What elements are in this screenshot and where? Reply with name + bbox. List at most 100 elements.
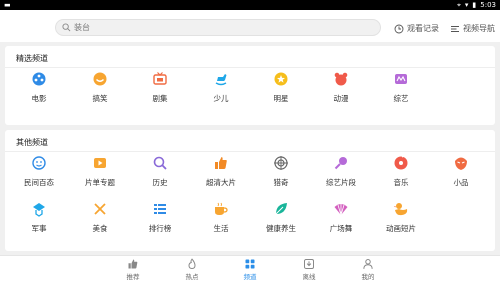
notification-icon: ▬ xyxy=(4,1,11,9)
channel-other-5[interactable]: 综艺片段 xyxy=(311,155,371,188)
video-nav-label: 视频导航 xyxy=(463,24,495,33)
tab-3[interactable]: 离线 xyxy=(289,257,329,281)
anime-icon xyxy=(334,72,348,86)
channel-label: 民间百态 xyxy=(24,178,54,187)
thumbs-up-icon xyxy=(128,259,138,269)
channel-other-9[interactable]: 美食 xyxy=(70,201,130,234)
menu-icon xyxy=(451,25,459,32)
music-icon xyxy=(394,155,408,170)
star-icon xyxy=(274,72,288,86)
channel-other-2[interactable]: 历史 xyxy=(130,155,190,188)
coffee-icon xyxy=(215,202,228,215)
channel-featured-2[interactable]: 剧集 xyxy=(130,71,190,104)
channel-featured-3[interactable]: 少儿 xyxy=(191,71,251,104)
video-nav-button[interactable]: 视频导航 xyxy=(450,23,495,34)
channel-label: 广场舞 xyxy=(329,224,353,233)
download-icon xyxy=(304,259,314,269)
channel-featured-1[interactable]: 搞笑 xyxy=(70,71,130,104)
channel-label: 片单专题 xyxy=(85,178,115,187)
channel-label: 综艺 xyxy=(393,94,409,103)
channel-label: 小品 xyxy=(453,178,469,187)
featured-channels-title: 精选频道 xyxy=(16,54,48,63)
history-label: 观看记录 xyxy=(407,24,439,33)
other-channels-title: 其他频道 xyxy=(16,138,48,147)
other-channels-panel: 其他频道 民间百态 片单专题 历史 超清大片 猎奇 综艺片段 音乐 小品军事 美食 排行榜 生活 健康… xyxy=(5,130,495,251)
tab-1[interactable]: 热点 xyxy=(172,257,212,281)
channel-other-3[interactable]: 超清大片 xyxy=(191,155,251,188)
divider xyxy=(5,151,495,152)
tab-label: 频道 xyxy=(243,273,257,281)
channel-other-10[interactable]: 排行榜 xyxy=(130,201,190,234)
channel-other-13[interactable]: 广场舞 xyxy=(311,201,371,234)
tab-label: 热点 xyxy=(185,273,199,281)
tab-2[interactable]: 频道 xyxy=(230,257,270,281)
tab-4[interactable]: 我的 xyxy=(348,257,388,281)
wifi-icon: ▾ xyxy=(464,1,469,9)
history-button[interactable]: 观看记录 xyxy=(394,23,439,34)
tab-label: 推荐 xyxy=(126,273,140,281)
ranking-icon xyxy=(154,204,166,214)
magnifier-icon xyxy=(153,156,167,170)
tab-label: 离线 xyxy=(302,273,316,281)
channel-label: 电影 xyxy=(31,94,47,103)
leaf-icon xyxy=(275,203,287,215)
channel-label: 健康养生 xyxy=(266,224,296,233)
channel-label: 历史 xyxy=(152,178,168,187)
search-placeholder: 装台 xyxy=(74,23,90,32)
channel-featured-4[interactable]: 明星 xyxy=(251,71,311,104)
flame-icon xyxy=(188,258,196,269)
channel-label: 美食 xyxy=(92,224,108,233)
grid-icon xyxy=(245,259,255,269)
location-icon: ⌖ xyxy=(456,1,461,9)
search-input[interactable]: 装台 xyxy=(55,19,381,36)
opera-mask-icon xyxy=(455,157,467,170)
channel-label: 生活 xyxy=(213,224,229,233)
tab-label: 我的 xyxy=(361,273,375,281)
face-icon xyxy=(32,156,46,170)
top-bar: 装台 观看记录 视频导航 xyxy=(0,10,500,42)
search-icon xyxy=(62,23,71,32)
variety-icon xyxy=(395,74,407,84)
clock-icon xyxy=(394,24,404,33)
channel-label: 少儿 xyxy=(213,94,229,103)
channel-label: 明星 xyxy=(273,94,289,103)
tab-0[interactable]: 推荐 xyxy=(113,257,153,281)
tv-icon xyxy=(153,72,167,85)
divider xyxy=(5,67,495,68)
rocking-horse-icon xyxy=(215,74,227,86)
channel-other-12[interactable]: 健康养生 xyxy=(251,201,311,234)
clock: 5:03 xyxy=(480,1,496,9)
channel-other-6[interactable]: 音乐 xyxy=(371,155,431,188)
fan-icon xyxy=(334,204,348,216)
channel-other-0[interactable]: 民间百态 xyxy=(9,155,69,188)
channel-other-1[interactable]: 片单专题 xyxy=(70,155,130,188)
channel-label: 军事 xyxy=(31,224,47,233)
channel-other-14[interactable]: 动画短片 xyxy=(371,201,431,234)
channel-featured-6[interactable]: 综艺 xyxy=(371,71,431,104)
target-icon xyxy=(274,156,288,170)
channel-other-8[interactable]: 军事 xyxy=(9,201,69,234)
channel-label: 超清大片 xyxy=(206,178,236,187)
channel-label: 综艺片段 xyxy=(326,178,356,187)
military-icon xyxy=(33,203,45,217)
thumbs-up-icon xyxy=(215,157,227,169)
bottom-tab-bar: 推荐 热点 频道 离线 我的 xyxy=(0,255,500,281)
status-bar: ▬ ⌖ ▾ ▮ 5:03 xyxy=(0,0,500,10)
film-icon xyxy=(32,72,46,86)
channel-other-7[interactable]: 小品 xyxy=(431,155,491,188)
channel-other-11[interactable]: 生活 xyxy=(191,201,251,234)
channel-featured-0[interactable]: 电影 xyxy=(9,71,69,104)
channel-label: 排行榜 xyxy=(148,224,172,233)
featured-channels-panel: 精选频道 电影 搞笑 剧集 少儿 明星 动漫 综艺 xyxy=(5,46,495,125)
duck-icon xyxy=(393,203,408,216)
channel-label: 剧集 xyxy=(152,94,168,103)
fork-knife-icon xyxy=(94,203,106,215)
microphone-icon xyxy=(334,157,347,170)
channel-featured-5[interactable]: 动漫 xyxy=(311,71,371,104)
channel-label: 动漫 xyxy=(333,94,349,103)
channel-other-4[interactable]: 猎奇 xyxy=(251,155,311,188)
channel-label: 猎奇 xyxy=(273,178,289,187)
smile-icon xyxy=(93,72,107,86)
person-icon xyxy=(363,259,373,269)
channel-label: 搞笑 xyxy=(92,94,108,103)
